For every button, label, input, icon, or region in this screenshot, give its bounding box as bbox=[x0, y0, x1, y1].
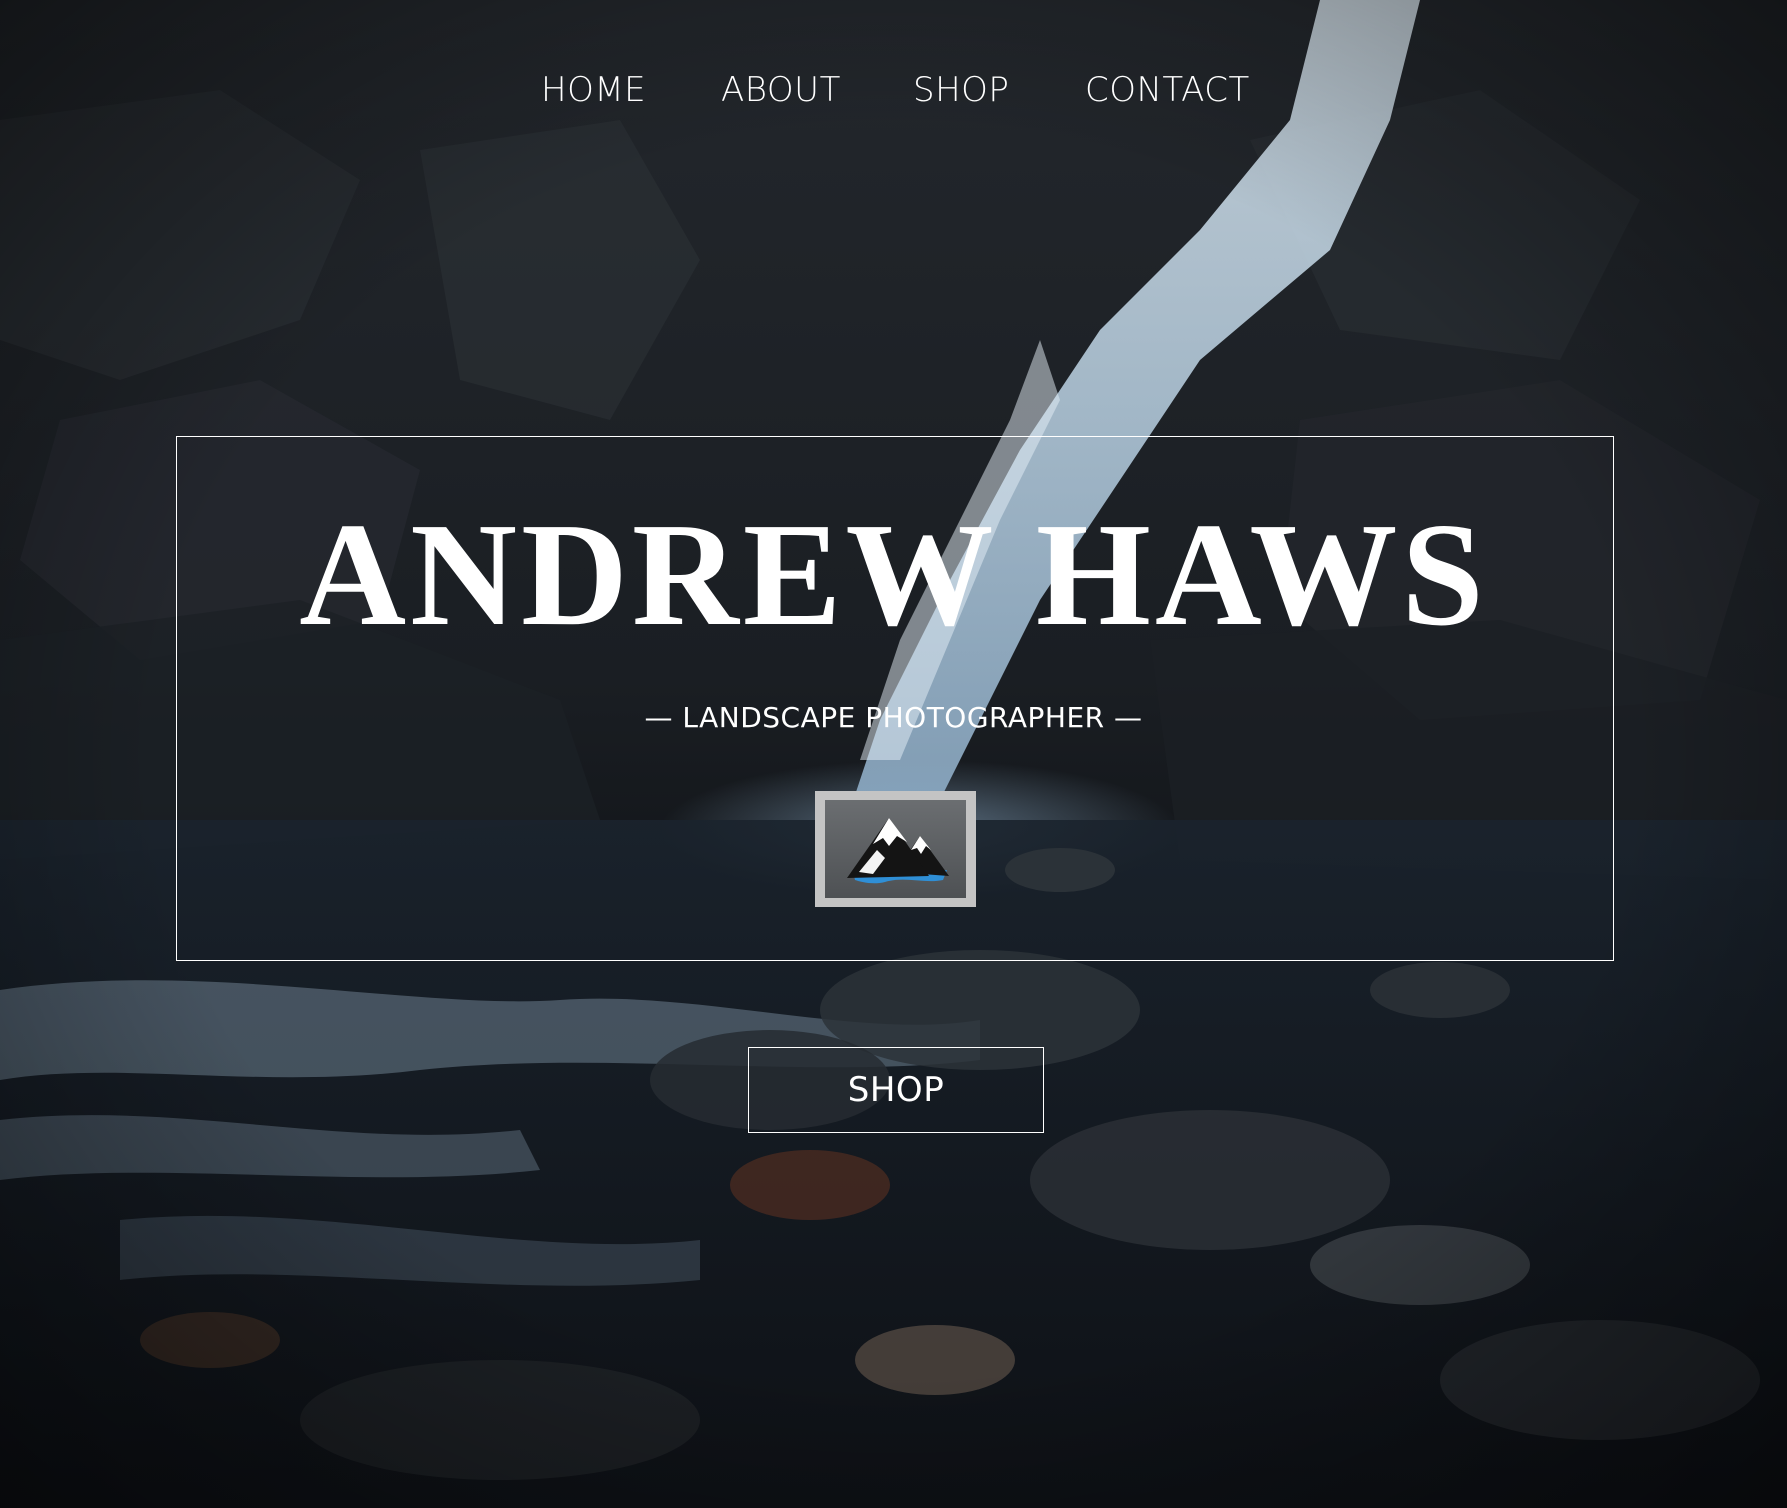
nav-shop-link[interactable]: SHOP bbox=[913, 62, 1009, 118]
landing-page: HOME ABOUT SHOP CONTACT ANDREW HAWS — LA… bbox=[0, 0, 1787, 1508]
nav-home-link[interactable]: HOME bbox=[541, 62, 646, 118]
main-navigation: HOME ABOUT SHOP CONTACT bbox=[0, 62, 1787, 118]
nav-contact-link[interactable]: CONTACT bbox=[1085, 62, 1250, 118]
site-subtitle: — LANDSCAPE PHOTOGRAPHER — bbox=[644, 701, 1143, 734]
site-title: ANDREW HAWS bbox=[299, 493, 1488, 657]
logo bbox=[815, 791, 976, 907]
shop-button[interactable]: SHOP bbox=[748, 1047, 1044, 1133]
mountain-logo-icon bbox=[847, 818, 949, 884]
nav-about-link[interactable]: ABOUT bbox=[721, 62, 841, 118]
